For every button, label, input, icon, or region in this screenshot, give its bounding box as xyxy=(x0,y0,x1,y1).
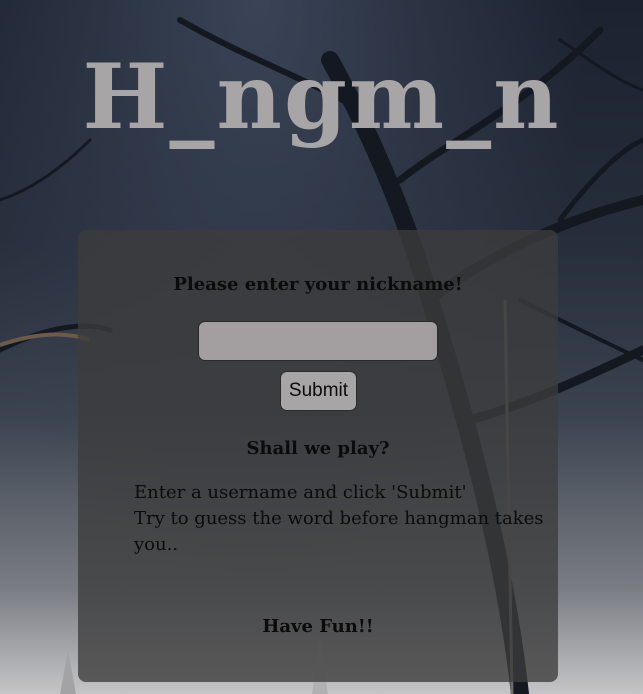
submit-button[interactable]: Submit xyxy=(280,371,357,411)
nickname-input[interactable] xyxy=(198,321,438,361)
login-panel: Please enter your nickname! Submit Shall… xyxy=(78,230,558,682)
instructions-text: Enter a username and click 'Submit' Try … xyxy=(134,480,544,558)
game-title: H_ngm_n xyxy=(82,44,561,150)
instruction-line: Try to guess the word before hangman tak… xyxy=(134,508,544,555)
nickname-prompt: Please enter your nickname! xyxy=(173,274,463,295)
instruction-line: Enter a username and click 'Submit' xyxy=(134,482,467,503)
play-heading: Shall we play? xyxy=(246,438,390,459)
have-fun-text: Have Fun!! xyxy=(262,616,374,637)
